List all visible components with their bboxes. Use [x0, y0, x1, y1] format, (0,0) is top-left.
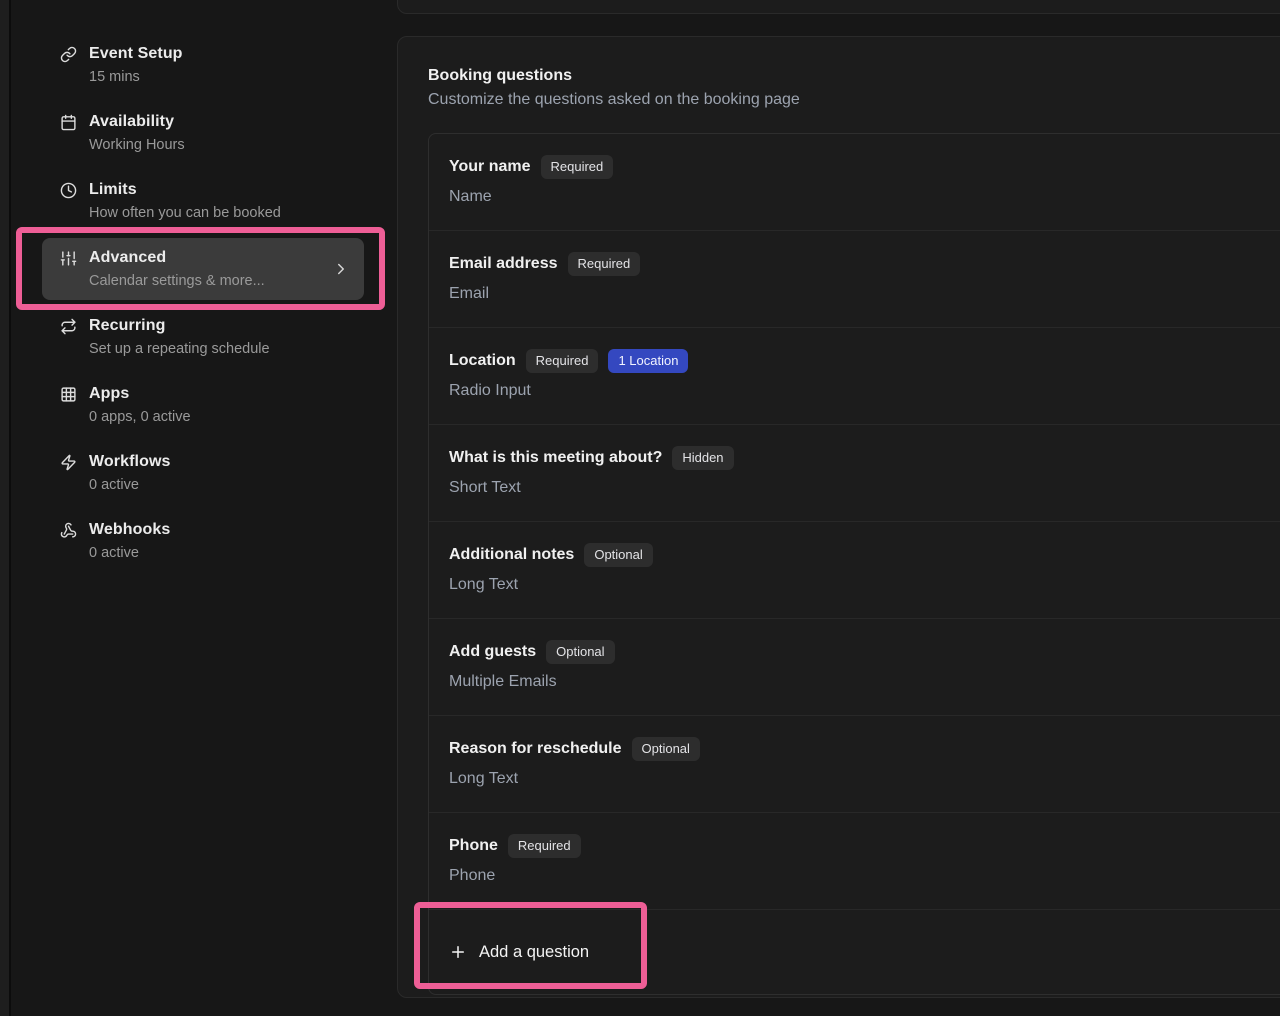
sidebar-item-subtitle: 0 active	[89, 542, 350, 564]
question-label: Location	[449, 349, 516, 373]
question-input-type: Long Text	[449, 573, 1268, 597]
sidebar-item-label: Event Setup	[89, 45, 183, 62]
sidebar-item-apps[interactable]: Apps 0 apps, 0 active	[42, 374, 364, 436]
sidebar-item-label: Availability	[89, 113, 174, 130]
booking-questions-card: Booking questions Customize the question…	[397, 36, 1280, 998]
question-input-type: Radio Input	[449, 379, 1268, 403]
question-list: Your name Required Name Email address Re…	[428, 133, 1280, 995]
sidebar-item-subtitle: 15 mins	[89, 66, 350, 88]
question-row[interactable]: Additional notes Optional Long Text	[429, 522, 1280, 619]
question-label: Additional notes	[449, 543, 574, 567]
clock-icon	[60, 182, 77, 199]
zap-icon	[60, 454, 77, 471]
question-label: What is this meeting about?	[449, 446, 662, 470]
sidebar-item-label: Limits	[89, 181, 137, 198]
question-label: Email address	[449, 252, 558, 276]
sidebar-item-limits[interactable]: Limits How often you can be booked	[42, 170, 364, 232]
webhook-icon	[60, 522, 77, 539]
booking-questions-title: Booking questions	[428, 64, 1280, 88]
add-question-button[interactable]: Add a question	[449, 943, 589, 962]
question-rows-container: Your name Required Name Email address Re…	[429, 134, 1280, 910]
sidebar-item-event-setup[interactable]: Event Setup 15 mins	[42, 34, 364, 96]
calendar-icon	[60, 114, 77, 131]
sidebar-item-recurring[interactable]: Recurring Set up a repeating schedule	[42, 306, 364, 368]
sidebar-item-webhooks[interactable]: Webhooks 0 active	[42, 510, 364, 572]
repeat-icon	[60, 318, 77, 335]
question-status-badge: Optional	[546, 640, 614, 664]
sidebar-item-subtitle: Calendar settings & more...	[89, 270, 320, 292]
sidebar-item-subtitle: 0 apps, 0 active	[89, 406, 350, 428]
sidebar-item-subtitle: How often you can be booked	[89, 202, 350, 224]
page-left-edge	[0, 0, 11, 1016]
question-label: Add guests	[449, 640, 536, 664]
question-input-type: Multiple Emails	[449, 670, 1268, 694]
previous-section-card	[397, 0, 1280, 14]
question-row[interactable]: Add guests Optional Multiple Emails	[429, 619, 1280, 716]
event-type-sidebar: Event Setup 15 mins Availability Working…	[13, 0, 390, 1016]
question-input-type: Name	[449, 185, 1268, 209]
question-row[interactable]: Phone Required Phone	[429, 813, 1280, 910]
question-input-type: Email	[449, 282, 1268, 306]
question-row[interactable]: Email address Required Email	[429, 231, 1280, 328]
question-status-badge: Required	[568, 252, 641, 276]
question-list-footer: Add a question	[429, 910, 1280, 994]
sidebar-item-subtitle: 0 active	[89, 474, 350, 496]
sidebar-item-workflows[interactable]: Workflows 0 active	[42, 442, 364, 504]
link-icon	[60, 46, 77, 63]
question-row[interactable]: Reason for reschedule Optional Long Text	[429, 716, 1280, 813]
question-input-type: Short Text	[449, 476, 1268, 500]
sidebar-item-label: Advanced	[89, 249, 166, 266]
question-status-badge: Required	[526, 349, 599, 373]
question-row-header: Additional notes Optional	[449, 543, 1268, 567]
question-input-type: Phone	[449, 864, 1268, 888]
question-status-badge: Hidden	[672, 446, 733, 470]
plus-icon	[449, 943, 467, 961]
question-row-header: Location Required 1 Location	[449, 349, 1268, 373]
question-label: Reason for reschedule	[449, 737, 622, 761]
question-row-header: Phone Required	[449, 834, 1268, 858]
question-row[interactable]: Your name Required Name	[429, 134, 1280, 231]
question-row-header: Reason for reschedule Optional	[449, 737, 1268, 761]
booking-questions-subtitle: Customize the questions asked on the boo…	[428, 88, 1280, 112]
question-label: Phone	[449, 834, 498, 858]
question-status-badge: Required	[508, 834, 581, 858]
question-status-badge: Optional	[584, 543, 652, 567]
question-status-badge: Required	[541, 155, 614, 179]
question-input-type: Long Text	[449, 767, 1268, 791]
location-count-badge: 1 Location	[608, 349, 688, 373]
question-row-header: What is this meeting about? Hidden	[449, 446, 1268, 470]
sidebar-item-label: Workflows	[89, 453, 171, 470]
sidebar-item-availability[interactable]: Availability Working Hours	[42, 102, 364, 164]
question-row[interactable]: Location Required 1 Location Radio Input	[429, 328, 1280, 425]
event-type-settings-screen: Event Setup 15 mins Availability Working…	[0, 0, 1280, 1016]
grid-icon	[60, 386, 77, 403]
sidebar-item-label: Recurring	[89, 317, 165, 334]
sidebar-item-label: Apps	[89, 385, 129, 402]
add-question-label: Add a question	[479, 943, 589, 962]
question-label: Your name	[449, 155, 531, 179]
sidebar-item-label: Webhooks	[89, 521, 170, 538]
question-row-header: Add guests Optional	[449, 640, 1268, 664]
chevron-right-icon	[332, 260, 350, 278]
sidebar-nav: Event Setup 15 mins Availability Working…	[42, 34, 364, 572]
question-row[interactable]: What is this meeting about? Hidden Short…	[429, 425, 1280, 522]
sliders-icon	[60, 250, 77, 267]
question-row-header: Email address Required	[449, 252, 1268, 276]
question-status-badge: Optional	[632, 737, 700, 761]
sidebar-item-subtitle: Working Hours	[89, 134, 350, 156]
sidebar-item-advanced[interactable]: Advanced Calendar settings & more...	[42, 238, 364, 300]
sidebar-item-subtitle: Set up a repeating schedule	[89, 338, 350, 360]
question-row-header: Your name Required	[449, 155, 1268, 179]
